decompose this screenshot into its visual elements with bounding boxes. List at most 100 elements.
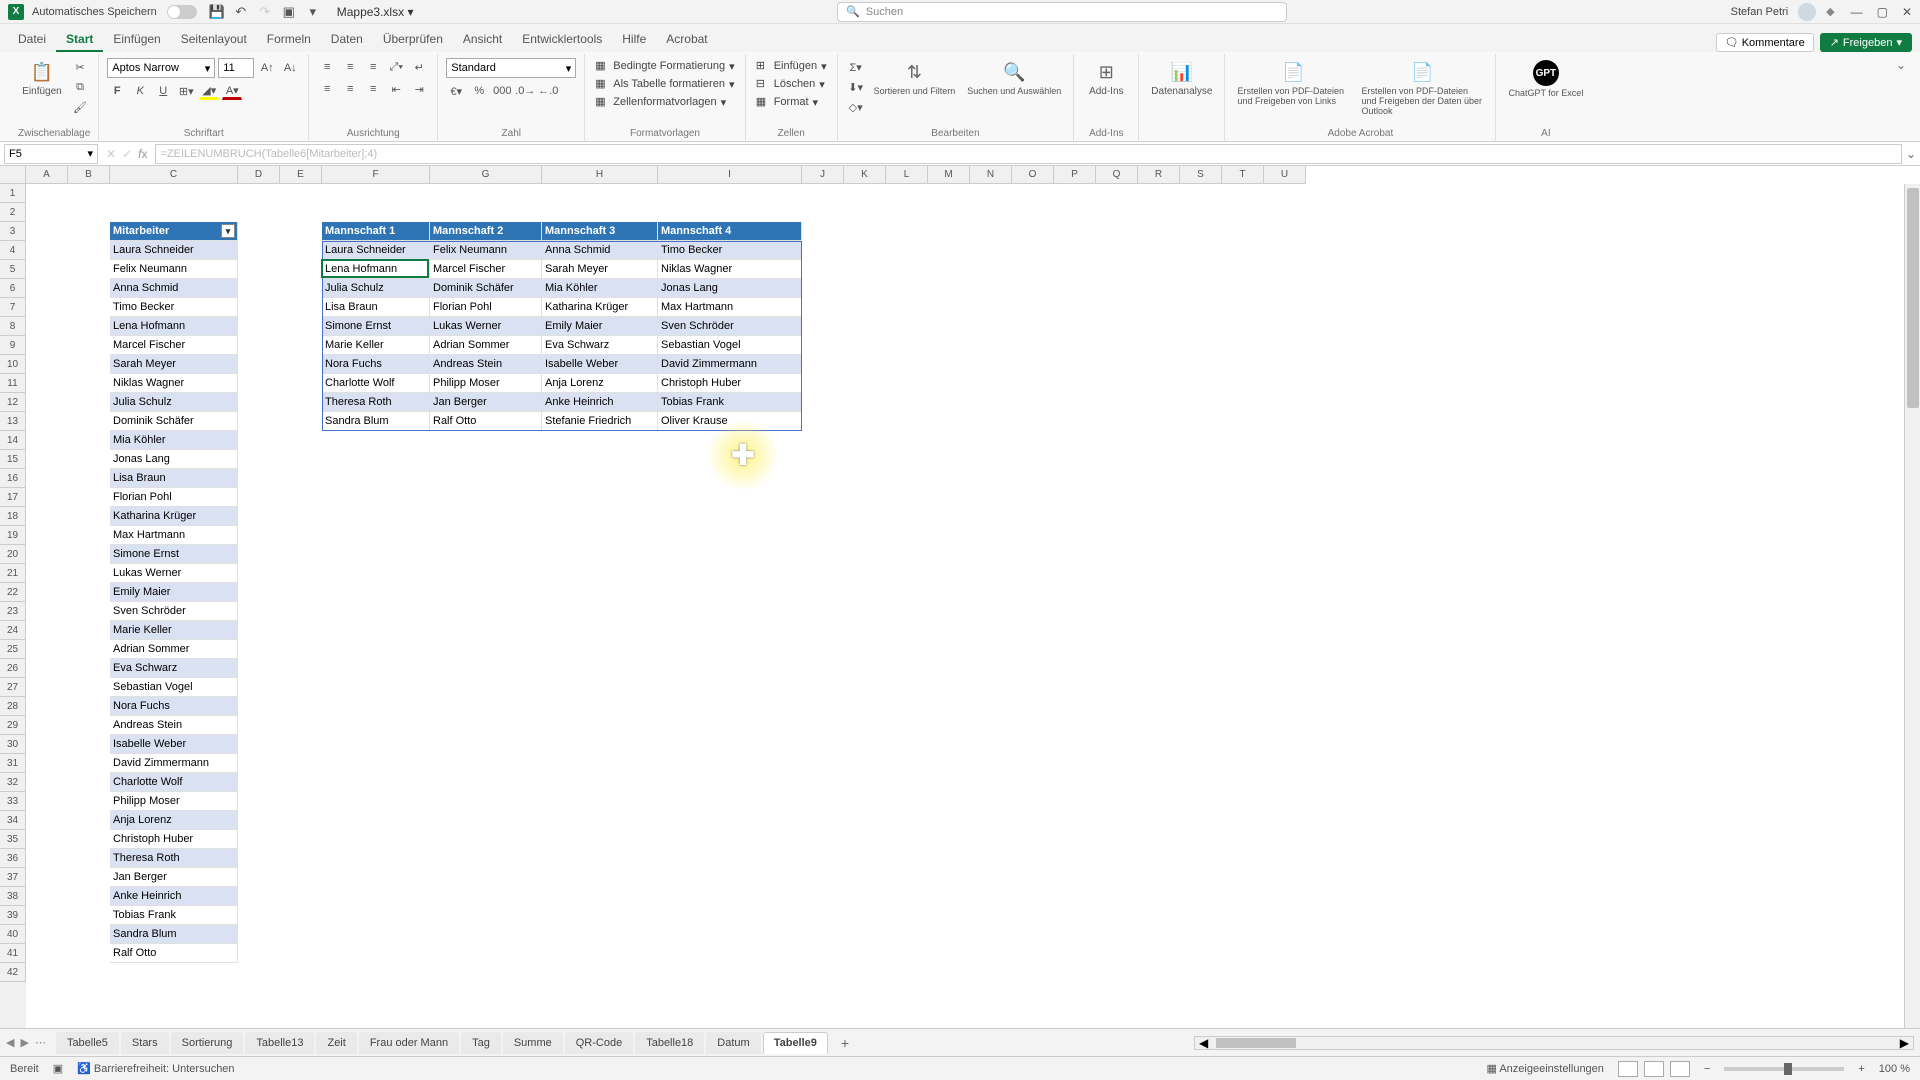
cell[interactable]: Mannschaft 1 (322, 222, 430, 241)
align-bottom-icon[interactable]: ≡ (363, 58, 383, 76)
sheet-tab[interactable]: Tabelle9 (763, 1032, 828, 1054)
cell[interactable]: Dominik Schäfer (430, 279, 542, 298)
increase-font-icon[interactable]: A↑ (257, 59, 277, 77)
sheet-tab[interactable]: Summe (503, 1032, 563, 1054)
find-select-button[interactable]: 🔍Suchen und Auswählen (963, 58, 1065, 98)
row-header[interactable]: 38 (0, 887, 26, 906)
cell[interactable]: Dominik Schäfer (110, 412, 238, 431)
minimize-button[interactable]: — (1851, 5, 1863, 19)
page-break-view-button[interactable] (1670, 1061, 1690, 1077)
column-header[interactable]: I (658, 166, 802, 184)
cell[interactable]: Laura Schneider (322, 241, 430, 260)
cell[interactable]: Oliver Krause (658, 412, 802, 431)
currency-icon[interactable]: €▾ (446, 82, 466, 100)
cell[interactable]: Max Hartmann (658, 298, 802, 317)
column-header[interactable]: U (1264, 166, 1306, 184)
fill-color-icon[interactable]: ◢▾ (199, 82, 219, 100)
cell[interactable]: Theresa Roth (322, 393, 430, 412)
increase-decimal-icon[interactable]: .0→ (515, 82, 535, 100)
menu-tab-entwicklertools[interactable]: Entwicklertools (512, 28, 612, 52)
normal-view-button[interactable] (1618, 1061, 1638, 1077)
menu-tab-ansicht[interactable]: Ansicht (453, 28, 512, 52)
cell[interactable]: Sebastian Vogel (658, 336, 802, 355)
cell[interactable]: Niklas Wagner (658, 260, 802, 279)
comments-button[interactable]: 🗨 Kommentare (1716, 33, 1814, 52)
cell[interactable]: David Zimmermann (658, 355, 802, 374)
column-header[interactable]: K (844, 166, 886, 184)
cell[interactable]: Katharina Krüger (542, 298, 658, 317)
row-header[interactable]: 37 (0, 868, 26, 887)
user-area[interactable]: Stefan Petri ◆ (1731, 3, 1835, 21)
row-header[interactable]: 28 (0, 697, 26, 716)
zoom-level[interactable]: 100 % (1879, 1063, 1910, 1075)
cell[interactable]: Nora Fuchs (322, 355, 430, 374)
menu-tab-überprüfen[interactable]: Überprüfen (373, 28, 453, 52)
cell[interactable]: Philipp Moser (110, 792, 238, 811)
cell[interactable]: Tobias Frank (658, 393, 802, 412)
cell[interactable]: Theresa Roth (110, 849, 238, 868)
sheet-tab[interactable]: Frau oder Mann (359, 1032, 459, 1054)
cell[interactable]: Marcel Fischer (430, 260, 542, 279)
column-header[interactable]: L (886, 166, 928, 184)
row-header[interactable]: 33 (0, 792, 26, 811)
cell[interactable]: Lukas Werner (110, 564, 238, 583)
sheet-tab[interactable]: Tag (461, 1032, 501, 1054)
row-header[interactable]: 42 (0, 963, 26, 982)
cell[interactable]: Felix Neumann (110, 260, 238, 279)
column-header[interactable]: A (26, 166, 68, 184)
cell[interactable]: Sarah Meyer (542, 260, 658, 279)
cell[interactable]: Max Hartmann (110, 526, 238, 545)
insert-cells-button[interactable]: ⊞Einfügen ▾ (754, 58, 829, 74)
format-cells-button[interactable]: ▦Format ▾ (754, 94, 820, 110)
row-header[interactable]: 16 (0, 469, 26, 488)
row-header[interactable]: 32 (0, 773, 26, 792)
cell[interactable]: Isabelle Weber (542, 355, 658, 374)
cell[interactable]: Timo Becker (110, 298, 238, 317)
addins-button[interactable]: ⊞Add-Ins (1082, 58, 1130, 99)
autosave-toggle[interactable] (167, 5, 197, 19)
cell[interactable]: Katharina Krüger (110, 507, 238, 526)
column-header[interactable]: C (110, 166, 238, 184)
increase-indent-icon[interactable]: ⇥ (409, 80, 429, 98)
camera-icon[interactable]: ▣ (281, 4, 297, 20)
column-header[interactable]: D (238, 166, 280, 184)
close-button[interactable]: ✕ (1902, 5, 1912, 19)
row-header[interactable]: 31 (0, 754, 26, 773)
row-header[interactable]: 10 (0, 355, 26, 374)
align-center-icon[interactable]: ≡ (340, 80, 360, 98)
row-header[interactable]: 5 (0, 260, 26, 279)
clear-icon[interactable]: ◇▾ (846, 98, 866, 116)
collapse-ribbon-icon[interactable]: ⌄ (1892, 54, 1910, 141)
paste-button[interactable]: 📋 Einfügen (18, 58, 66, 99)
column-header[interactable]: B (68, 166, 110, 184)
number-format-select[interactable]: Standard▾ (446, 58, 576, 78)
fx-icon[interactable]: fx (138, 147, 147, 161)
cell[interactable]: Marie Keller (110, 621, 238, 640)
pdf-outlook-button[interactable]: 📄Erstellen von PDF-Dateien und Freigeben… (1357, 58, 1487, 118)
cell[interactable]: Jonas Lang (110, 450, 238, 469)
thousands-icon[interactable]: 000 (492, 82, 512, 100)
row-header[interactable]: 13 (0, 412, 26, 431)
sheet-tab[interactable]: Tabelle18 (635, 1032, 704, 1054)
cell-styles-button[interactable]: ▦Zellenformatvorlagen ▾ (593, 94, 728, 110)
menu-tab-datei[interactable]: Datei (8, 28, 56, 52)
cell[interactable]: Laura Schneider (110, 241, 238, 260)
sheet-tab[interactable]: Tabelle5 (56, 1032, 119, 1054)
row-header[interactable]: 17 (0, 488, 26, 507)
column-header[interactable]: N (970, 166, 1012, 184)
cell[interactable]: Jan Berger (110, 868, 238, 887)
sheet-tab[interactable]: QR-Code (565, 1032, 633, 1054)
menu-tab-hilfe[interactable]: Hilfe (612, 28, 656, 52)
align-middle-icon[interactable]: ≡ (340, 58, 360, 76)
row-header[interactable]: 15 (0, 450, 26, 469)
pdf-links-button[interactable]: 📄Erstellen von PDF-Dateien und Freigeben… (1233, 58, 1353, 108)
sheet-tab[interactable]: Tabelle13 (245, 1032, 314, 1054)
row-header[interactable]: 23 (0, 602, 26, 621)
menu-tab-formeln[interactable]: Formeln (257, 28, 321, 52)
cell[interactable]: Nora Fuchs (110, 697, 238, 716)
horizontal-scrollbar[interactable]: ◀▶ (1194, 1036, 1914, 1050)
row-header[interactable]: 22 (0, 583, 26, 602)
sheet-tab[interactable]: Datum (706, 1032, 760, 1054)
wrap-text-icon[interactable]: ↵ (409, 58, 429, 76)
row-header[interactable]: 24 (0, 621, 26, 640)
